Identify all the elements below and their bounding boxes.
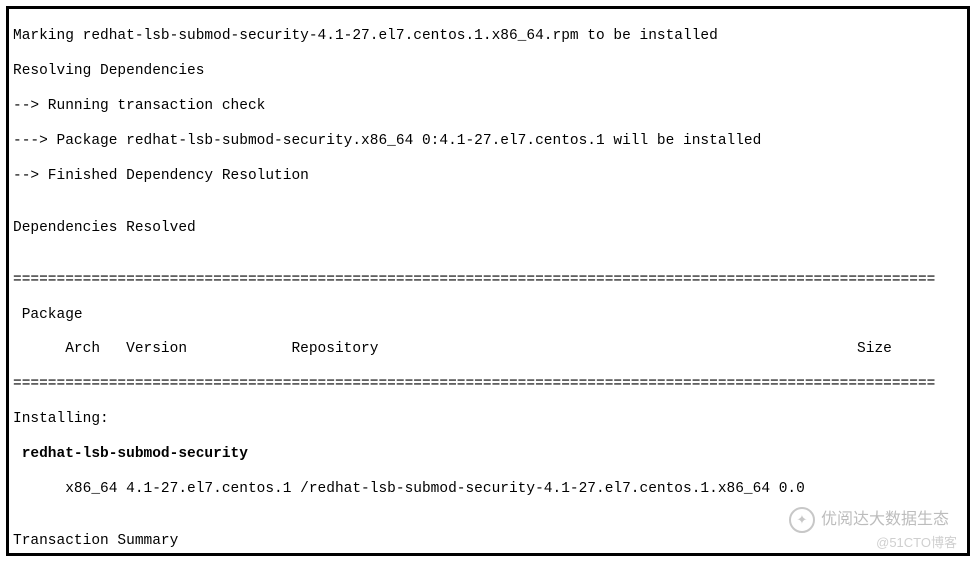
- wechat-icon: ✦: [789, 507, 815, 533]
- output-line: Resolving Dependencies: [13, 63, 963, 80]
- watermark: ✦ 优阅达大数据生态: [789, 507, 949, 533]
- package-name: redhat-lsb-submod-security: [13, 446, 963, 463]
- separator: ========================================…: [13, 376, 963, 393]
- table-header: Package: [13, 307, 963, 324]
- table-header: Arch Version Repository Size: [13, 341, 963, 358]
- output-line: --> Running transaction check: [13, 98, 963, 115]
- output-line: Transaction Summary: [13, 533, 963, 550]
- output-line: Marking redhat-lsb-submod-security-4.1-2…: [13, 28, 963, 45]
- package-detail: x86_64 4.1-27.el7.centos.1 /redhat-lsb-s…: [13, 481, 963, 498]
- terminal-output: Marking redhat-lsb-submod-security-4.1-2…: [6, 6, 970, 556]
- output-line: ---> Package redhat-lsb-submod-security.…: [13, 133, 963, 150]
- installing-label: Installing:: [13, 411, 963, 428]
- blog-watermark: @51CTO博客: [876, 535, 957, 551]
- separator: ========================================…: [13, 272, 963, 289]
- output-line: --> Finished Dependency Resolution: [13, 168, 963, 185]
- output-line: Dependencies Resolved: [13, 220, 963, 237]
- watermark-text: 优阅达大数据生态: [821, 510, 949, 529]
